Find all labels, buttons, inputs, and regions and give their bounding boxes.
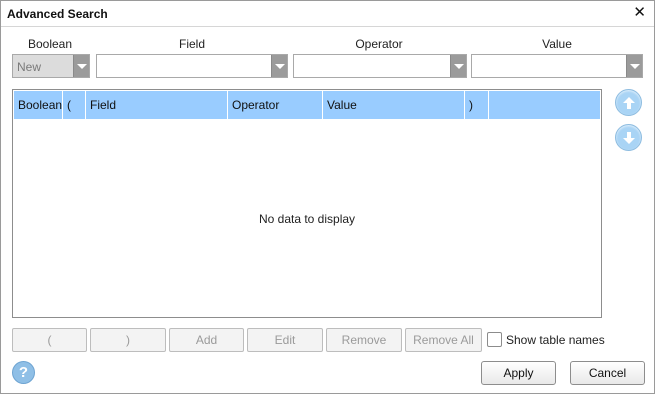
edit-button[interactable]: Edit (247, 328, 323, 352)
boolean-label: Boolean (27, 37, 73, 51)
boolean-select[interactable]: New (12, 54, 90, 78)
help-icon[interactable]: ? (12, 361, 35, 384)
operator-label: Operator (355, 37, 403, 51)
cancel-button[interactable]: Cancel (570, 361, 645, 385)
criteria-grid[interactable]: Boolean ( Field Operator Value ) No data… (12, 89, 602, 318)
chevron-down-icon[interactable] (73, 55, 89, 77)
apply-button[interactable]: Apply (481, 361, 556, 385)
grid-header: Boolean ( Field Operator Value ) (14, 91, 600, 119)
close-icon[interactable]: ✕ (633, 5, 646, 21)
header-open-paren[interactable]: ( (63, 91, 86, 119)
header-spacer (489, 91, 602, 119)
header-operator[interactable]: Operator (228, 91, 323, 119)
boolean-select-value: New (17, 60, 42, 74)
field-label: Field (178, 37, 205, 51)
show-table-names-label[interactable]: Show table names (506, 333, 605, 347)
open-paren-button[interactable]: ( (12, 328, 87, 352)
move-down-button[interactable] (615, 124, 642, 151)
move-up-button[interactable] (615, 89, 642, 116)
header-field[interactable]: Field (86, 91, 228, 119)
header-close-paren[interactable]: ) (465, 91, 489, 119)
arrow-up-icon (623, 97, 635, 109)
chevron-down-icon[interactable] (626, 55, 642, 77)
arrow-down-icon (623, 132, 635, 144)
remove-button[interactable]: Remove (326, 328, 402, 352)
remove-all-button[interactable]: Remove All (405, 328, 482, 352)
header-value[interactable]: Value (323, 91, 465, 119)
empty-message: No data to display (258, 212, 356, 226)
value-label: Value (542, 37, 572, 51)
operator-select[interactable] (293, 54, 467, 78)
chevron-down-icon[interactable] (271, 55, 287, 77)
header-boolean[interactable]: Boolean (14, 91, 63, 119)
show-table-names-checkbox[interactable] (487, 332, 502, 347)
add-button[interactable]: Add (169, 328, 244, 352)
dialog-title: Advanced Search (7, 7, 108, 21)
title-bar: Advanced Search ✕ (1, 1, 654, 27)
value-select[interactable] (471, 54, 643, 78)
field-select[interactable] (96, 54, 288, 78)
chevron-down-icon[interactable] (450, 55, 466, 77)
close-paren-button[interactable]: ) (90, 328, 166, 352)
advanced-search-dialog: Advanced Search ✕ Boolean Field Operator… (0, 0, 655, 394)
